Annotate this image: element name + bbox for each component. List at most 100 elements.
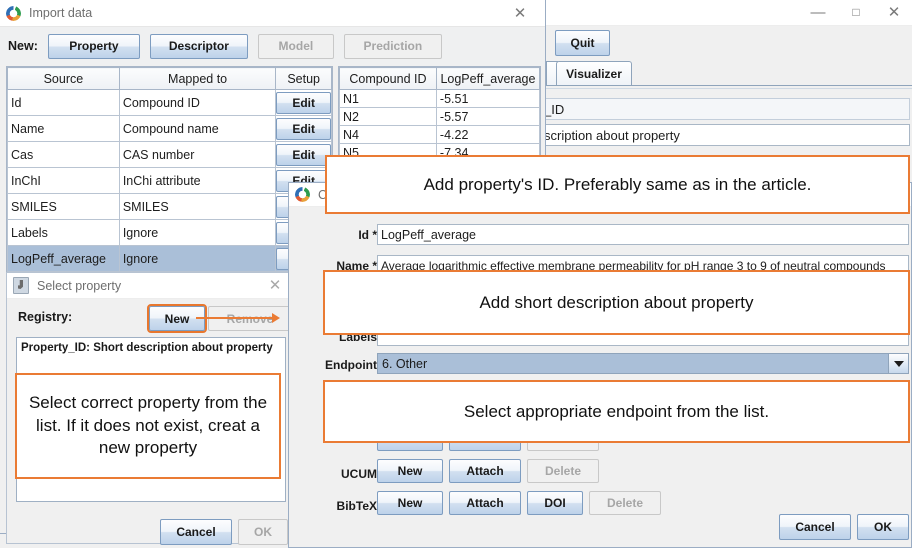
bibtex-attach-button[interactable]: Attach	[449, 491, 521, 515]
ucum-delete-button: Delete	[527, 459, 599, 483]
mapping-table-header-row: Source Mapped to Setup	[7, 67, 332, 90]
table-row[interactable]: N2 -5.57	[339, 107, 540, 126]
cell-setup: Edit	[275, 89, 332, 116]
table-row[interactable]: N4 -4.22	[339, 125, 540, 144]
minimize-icon[interactable]: —	[799, 0, 837, 25]
edit-button[interactable]: Edit	[276, 91, 331, 114]
close-icon[interactable]: ✕	[262, 274, 288, 298]
create-property-cancel-button[interactable]: Cancel	[779, 514, 851, 540]
select-property-window-controls: ✕	[262, 274, 288, 298]
table-row[interactable]: Cas CAS number Edit	[7, 141, 332, 168]
id-label: Id *	[358, 228, 377, 242]
main-id-field[interactable]: _ID	[540, 98, 910, 120]
cell-mapped-to: CAS number	[118, 141, 277, 168]
cell-setup: Edit	[275, 115, 332, 142]
cell-source: Id	[7, 89, 120, 116]
mapping-table: Source Mapped to Setup Id Compound ID Ed…	[7, 67, 332, 272]
mapping-table-body: Id Compound ID Edit Name Compound name E…	[7, 89, 332, 272]
endpoint-selected-value: 6. Other	[382, 356, 428, 371]
new-toolbar-label: New:	[8, 39, 38, 53]
annotation-arrow-line	[196, 317, 276, 319]
main-description-field[interactable]: scription about property	[540, 124, 910, 146]
import-window-titlebar: Import data ✕	[0, 0, 545, 27]
edit-button[interactable]: Edit	[276, 143, 331, 166]
cell-source: Cas	[7, 141, 120, 168]
cell-compound-id: N4	[339, 125, 437, 144]
edit-button[interactable]: Edit	[276, 117, 331, 140]
col-header-compound-id[interactable]: Compound ID	[339, 67, 437, 90]
select-property-title: Select property	[37, 278, 122, 293]
main-window-titlebar: — □ ✕	[546, 0, 912, 26]
col-header-setup[interactable]: Setup	[275, 67, 332, 90]
tab-visualizer[interactable]: Visualizer	[556, 61, 632, 86]
cell-source: InChI	[7, 167, 120, 194]
new-descriptor-button[interactable]: Descriptor	[149, 33, 248, 59]
table-row[interactable]: InChI InChi attribute Edit	[7, 167, 332, 194]
screen-root: — □ ✕ Quit Visualizer _ID scription abou…	[0, 0, 912, 548]
bibtex-new-button[interactable]: New	[377, 491, 443, 515]
endpoint-label: Endpoint	[325, 358, 377, 372]
annotation-select-property-hint: Select correct property from the list. I…	[15, 373, 281, 479]
table-row[interactable]: SMILES SMILES Edit	[7, 193, 332, 220]
table-row[interactable]: Id Compound ID Edit	[7, 89, 332, 116]
table-row[interactable]: Name Compound name Edit	[7, 115, 332, 142]
cell-value: -5.57	[435, 107, 540, 126]
cell-mapped-to: InChi attribute	[118, 167, 277, 194]
import-window-controls: ✕	[501, 0, 539, 26]
chevron-down-icon[interactable]	[888, 354, 908, 373]
cell-source: LogPeff_average	[7, 245, 120, 272]
java-icon	[13, 277, 29, 294]
col-header-logpeff[interactable]: LogPeff_average	[435, 67, 540, 90]
close-icon[interactable]: ✕	[875, 0, 912, 25]
main-window-controls: — □ ✕	[799, 0, 912, 25]
cell-source: Name	[7, 115, 120, 142]
new-model-button: Model	[257, 33, 334, 59]
cell-mapped-to: Compound name	[118, 115, 277, 142]
bibtex-doi-button[interactable]: DOI	[527, 491, 583, 515]
maximize-icon[interactable]: □	[837, 0, 875, 25]
cell-mapped-to: SMILES	[118, 193, 277, 220]
registry-label: Registry:	[18, 310, 73, 324]
ucum-new-button[interactable]: New	[377, 459, 443, 483]
annotation-description-hint-text: Add short description about property	[479, 292, 754, 312]
new-toolbar: New: Property Descriptor Model Predictio…	[0, 27, 545, 65]
cell-mapped-to: Ignore	[118, 245, 277, 272]
import-window-title: Import data	[29, 6, 93, 20]
tab-underline	[546, 85, 912, 89]
app-logo-icon	[6, 5, 21, 21]
cell-value: -5.51	[435, 89, 540, 108]
annotation-id-hint: Add property's ID. Preferably same as in…	[325, 155, 910, 214]
close-icon[interactable]: ✕	[501, 0, 539, 26]
bibtex-label: BibTeX	[336, 499, 377, 513]
select-property-titlebar: Select property ✕	[7, 273, 294, 299]
annotation-id-hint-text: Add property's ID. Preferably same as in…	[423, 174, 812, 194]
cell-compound-id: N1	[339, 89, 437, 108]
endpoint-dropdown[interactable]: 6. Other	[377, 353, 909, 374]
cell-setup: Edit	[275, 141, 332, 168]
quit-button[interactable]: Quit	[555, 30, 610, 56]
create-property-ok-button[interactable]: OK	[857, 514, 909, 540]
new-prediction-button: Prediction	[343, 33, 442, 59]
col-header-source[interactable]: Source	[7, 67, 120, 90]
tab-strip: Visualizer	[546, 59, 912, 89]
annotation-endpoint-hint: Select appropriate endpoint from the lis…	[323, 380, 910, 443]
cell-value: -4.22	[435, 125, 540, 144]
ucum-attach-button[interactable]: Attach	[449, 459, 521, 483]
col-header-mapped-to[interactable]: Mapped to	[118, 67, 277, 90]
new-property-button[interactable]: Property	[47, 33, 140, 59]
table-row[interactable]: LogPeff_average Ignore Edit	[7, 245, 332, 272]
select-property-cancel-button[interactable]: Cancel	[160, 519, 232, 545]
preview-header-row: Compound ID LogPeff_average	[339, 67, 540, 90]
ucum-label: UCUM	[341, 467, 377, 481]
list-item[interactable]: Property_ID: Short description about pro…	[17, 338, 285, 354]
annotation-arrow-head	[272, 313, 280, 323]
table-row[interactable]: Labels Ignore Edit	[7, 219, 332, 246]
cell-compound-id: N2	[339, 107, 437, 126]
annotation-endpoint-hint-text: Select appropriate endpoint from the lis…	[463, 401, 770, 421]
cell-mapped-to: Compound ID	[118, 89, 277, 116]
table-row[interactable]: N1 -5.51	[339, 89, 540, 108]
annotation-select-property-hint-text: Select correct property from the list. I…	[28, 392, 268, 458]
id-field[interactable]: LogPeff_average	[377, 224, 909, 245]
select-property-ok-button: OK	[238, 519, 288, 545]
cell-source: Labels	[7, 219, 120, 246]
